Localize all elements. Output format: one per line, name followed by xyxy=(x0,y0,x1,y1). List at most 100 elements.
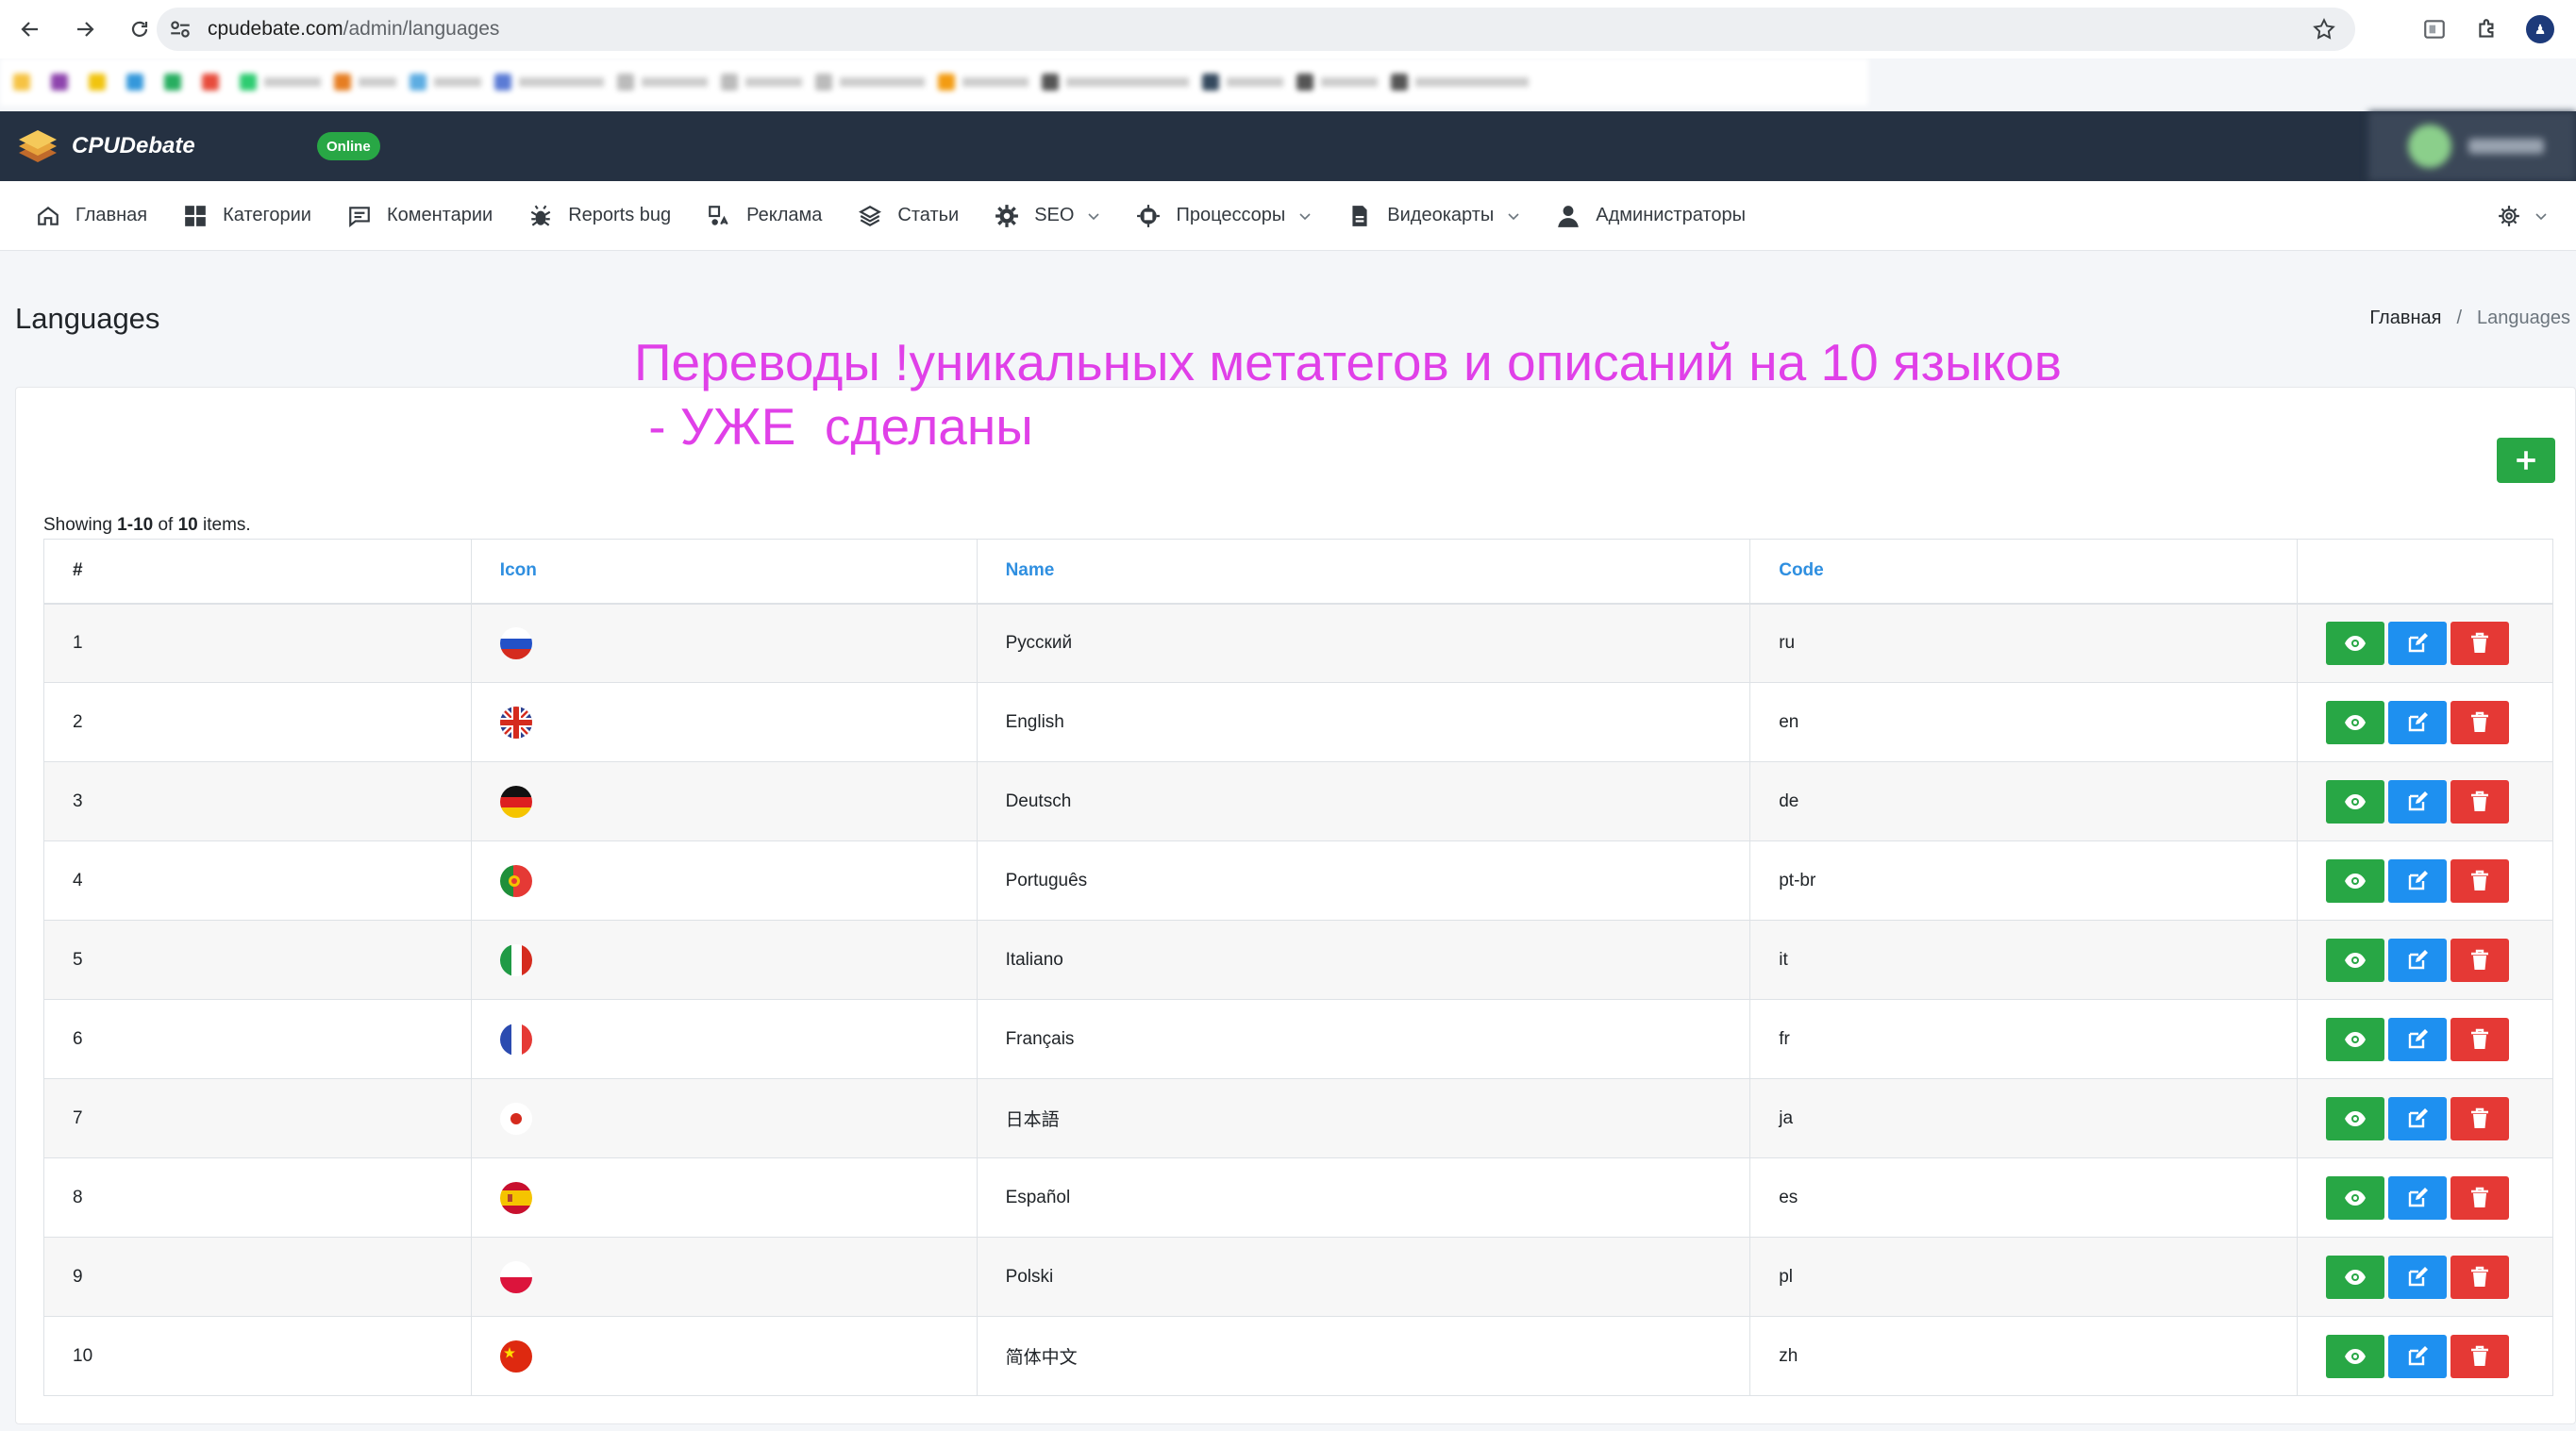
nav-item-admins[interactable]: Администраторы xyxy=(1556,181,1746,251)
delete-button[interactable] xyxy=(2450,1096,2509,1140)
bookmark-item[interactable] xyxy=(51,74,75,91)
extension-button[interactable] xyxy=(2417,12,2451,46)
tab-search-icon xyxy=(2424,20,2445,39)
view-button[interactable] xyxy=(2325,1017,2384,1061)
bookmark-item[interactable] xyxy=(494,74,604,91)
nav-item-comments[interactable]: Коментарии xyxy=(347,181,493,251)
delete-button[interactable] xyxy=(2450,938,2509,982)
cell-icon xyxy=(470,1237,978,1317)
summary-range: 1-10 xyxy=(117,515,154,535)
nav-label: Коментарии xyxy=(386,205,493,225)
bookmark-item[interactable] xyxy=(240,74,321,91)
nav-item-categories[interactable]: Категории xyxy=(183,181,311,251)
delete-button[interactable] xyxy=(2450,700,2509,744)
flag-de-icon xyxy=(499,785,532,818)
delete-button[interactable] xyxy=(2450,1017,2509,1061)
bookmark-item[interactable] xyxy=(815,74,925,91)
cell-code: de xyxy=(1749,761,2298,841)
back-button[interactable] xyxy=(6,5,55,54)
extensions-button[interactable] xyxy=(2470,12,2504,46)
nav-item-seo[interactable]: SEO xyxy=(995,181,1100,251)
view-button[interactable] xyxy=(2325,1096,2384,1140)
cell-actions xyxy=(2296,682,2554,762)
bookmark-item[interactable] xyxy=(1042,74,1189,91)
forward-button[interactable] xyxy=(60,5,109,54)
edit-button[interactable] xyxy=(2387,1096,2447,1140)
add-language-button[interactable] xyxy=(2497,438,2555,483)
bookmark-item[interactable] xyxy=(617,74,708,91)
edit-button[interactable] xyxy=(2387,621,2447,665)
table-row: 9 Polski pl xyxy=(43,1237,2554,1317)
bookmark-star-icon[interactable] xyxy=(2312,17,2336,42)
delete-button[interactable] xyxy=(2450,779,2509,824)
edit-button[interactable] xyxy=(2387,858,2447,903)
flag-es-icon xyxy=(499,1181,532,1214)
gear-icon xyxy=(995,204,1019,227)
edit-button[interactable] xyxy=(2387,779,2447,824)
delete-button[interactable] xyxy=(2450,858,2509,903)
brand-logo-icon xyxy=(19,130,57,162)
cell-number: 2 xyxy=(43,682,472,762)
site-info-icon[interactable] xyxy=(168,17,192,42)
nav-item-ads[interactable]: Реклама xyxy=(707,181,822,251)
edit-button[interactable] xyxy=(2387,938,2447,982)
column-header-name[interactable]: Name xyxy=(976,539,1751,605)
view-button[interactable] xyxy=(2325,700,2384,744)
bookmark-item[interactable] xyxy=(410,74,481,91)
profile-button[interactable]: ♟ xyxy=(2523,12,2557,46)
bookmark-item[interactable] xyxy=(164,74,189,91)
address-bar[interactable]: cpudebate.com/admin/languages xyxy=(157,8,2355,51)
view-button[interactable] xyxy=(2325,858,2384,903)
bookmark-item[interactable] xyxy=(202,74,226,91)
nav-item-processors[interactable]: Процессоры xyxy=(1136,181,1312,251)
cell-name: Português xyxy=(976,840,1751,921)
bookmark-item[interactable] xyxy=(1391,74,1529,91)
nav-label: Видеокарты xyxy=(1387,205,1495,225)
bookmark-item[interactable] xyxy=(938,74,1029,91)
view-button[interactable] xyxy=(2325,938,2384,982)
breadcrumb-home-link[interactable]: Главная xyxy=(2369,308,2441,329)
eye-icon xyxy=(2344,952,2366,968)
nav-label: Статьи xyxy=(897,205,960,225)
edit-button[interactable] xyxy=(2387,1334,2447,1378)
summary-prefix: Showing xyxy=(43,515,118,535)
edit-button[interactable] xyxy=(2387,1175,2447,1220)
edit-button[interactable] xyxy=(2387,1017,2447,1061)
cell-number: 4 xyxy=(43,840,472,921)
delete-button[interactable] xyxy=(2450,1255,2509,1299)
bookmark-item[interactable] xyxy=(1202,74,1283,91)
bookmark-item[interactable] xyxy=(721,74,802,91)
cell-name: 简体中文 xyxy=(976,1316,1751,1396)
table-row: 3 Deutsch de xyxy=(43,761,2554,841)
column-header-code[interactable]: Code xyxy=(1749,539,2298,605)
delete-button[interactable] xyxy=(2450,1175,2509,1220)
settings-menu[interactable] xyxy=(2497,204,2548,228)
delete-button[interactable] xyxy=(2450,621,2509,665)
view-button[interactable] xyxy=(2325,1255,2384,1299)
view-button[interactable] xyxy=(2325,1175,2384,1220)
brand-link[interactable]: CPUDebate xyxy=(15,125,195,168)
edit-button[interactable] xyxy=(2387,700,2447,744)
cell-actions xyxy=(2296,840,2554,921)
delete-button[interactable] xyxy=(2450,1334,2509,1378)
view-button[interactable] xyxy=(2325,779,2384,824)
column-header-icon[interactable]: Icon xyxy=(470,539,978,605)
bookmark-item[interactable] xyxy=(334,74,396,91)
bookmark-item[interactable] xyxy=(1296,74,1378,91)
view-button[interactable] xyxy=(2325,1334,2384,1378)
nav-item-home[interactable]: Главная xyxy=(36,181,147,251)
bookmark-item[interactable] xyxy=(89,74,113,91)
view-button[interactable] xyxy=(2325,621,2384,665)
edit-button[interactable] xyxy=(2387,1255,2447,1299)
file-icon xyxy=(1352,205,1367,226)
nav-item-videocards[interactable]: Видеокарты xyxy=(1347,181,1520,251)
user-menu[interactable] xyxy=(2368,111,2576,181)
eye-icon xyxy=(2344,635,2366,651)
nav-item-articles[interactable]: Статьи xyxy=(858,181,959,251)
nav-item-reports-bug[interactable]: Reports bug xyxy=(528,181,671,251)
bookmark-item[interactable] xyxy=(126,74,151,91)
bookmark-item[interactable] xyxy=(13,74,38,91)
cell-code: es xyxy=(1749,1157,2298,1238)
cell-actions xyxy=(2296,603,2554,683)
flag-pt-icon xyxy=(499,864,532,897)
